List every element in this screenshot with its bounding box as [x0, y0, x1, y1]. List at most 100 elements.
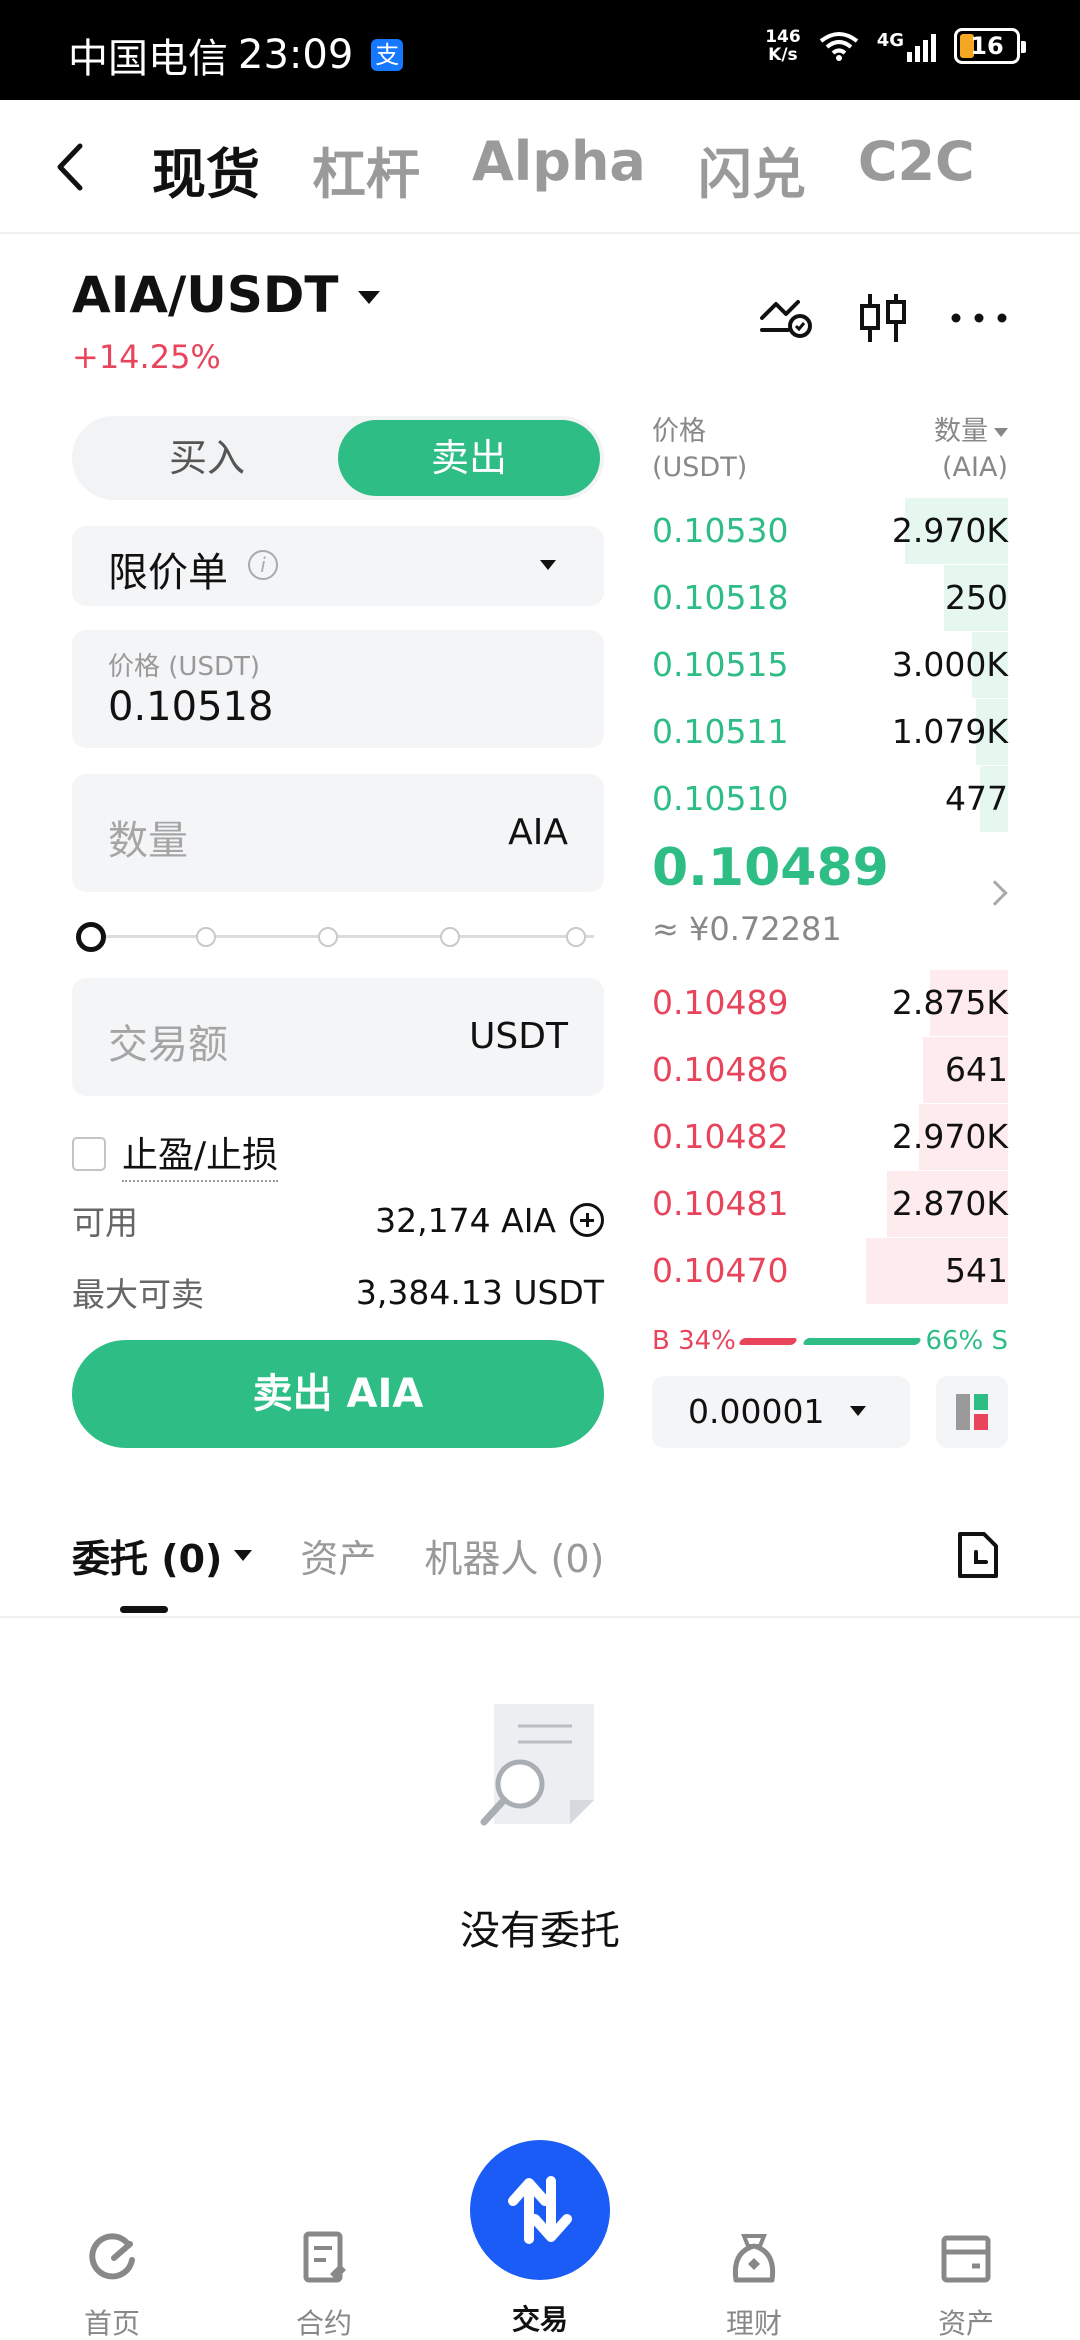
buy-ratio: B 34% — [652, 1326, 736, 1356]
order-type-select[interactable]: 限价单 i — [72, 526, 604, 606]
caret-down-icon — [234, 1550, 253, 1561]
slider-stop[interactable] — [440, 927, 460, 947]
max-sell-row: 最大可卖 3,384.13 USDT — [72, 1268, 604, 1316]
tab-bots[interactable]: 机器人 (0) — [424, 1528, 604, 1583]
bid-row[interactable]: 0.10489 2.875K — [652, 970, 1008, 1036]
buy-ratio-bar — [737, 1338, 799, 1345]
bid-row[interactable]: 0.10482 2.970K — [652, 1104, 1008, 1170]
bid-row[interactable]: 0.10481 2.870K — [652, 1171, 1008, 1237]
ask-row[interactable]: 0.10511 1.079K — [652, 699, 1008, 765]
home-icon — [89, 2233, 135, 2280]
sell-submit-button[interactable]: 卖出 AIA — [72, 1340, 604, 1448]
quantity-input[interactable]: 数量 AIA — [72, 774, 604, 892]
tab-c2c[interactable]: C2C — [858, 130, 975, 209]
slider-stop[interactable] — [318, 927, 338, 947]
earn-icon — [732, 2234, 776, 2283]
bid-price: 0.10470 — [652, 1251, 789, 1290]
more-icon[interactable] — [950, 312, 1008, 324]
wifi-icon — [819, 32, 858, 61]
buy-tab[interactable]: 买入 — [72, 416, 342, 500]
price-input-value: 0.10518 — [108, 684, 274, 730]
back-arrow-icon[interactable] — [50, 142, 94, 192]
price-input[interactable]: 价格 (USDT) 0.10518 — [72, 630, 604, 748]
slider-stop[interactable] — [196, 927, 216, 947]
order-type-label: 限价单 — [108, 550, 228, 596]
divider — [0, 1616, 1080, 1618]
nav-trade-label: 交易 — [511, 2303, 568, 2336]
pair-symbol: AIA/USDT — [72, 266, 339, 324]
tab-alpha[interactable]: Alpha — [472, 130, 646, 209]
price-change: +14.25% — [72, 338, 221, 376]
bid-row[interactable]: 0.10486 641 — [652, 1037, 1008, 1103]
nav-assets[interactable]: 资产 — [906, 2230, 1026, 2340]
slider-thumb[interactable] — [76, 922, 106, 952]
tab-assets[interactable]: 资产 — [300, 1528, 376, 1583]
ask-quantity: 3.000K — [891, 645, 1008, 684]
amount-slider[interactable] — [72, 918, 604, 954]
add-funds-icon[interactable] — [570, 1203, 604, 1237]
alipay-icon: 支 — [371, 39, 404, 71]
cellular-signal-icon: 4G — [877, 30, 936, 62]
buy-sell-ratio: B 34% 66% S — [652, 1326, 1008, 1356]
available-row: 可用 32,174 AIA — [72, 1196, 604, 1244]
pair-selector[interactable]: AIA/USDT — [72, 266, 381, 324]
ask-row[interactable]: 0.10510 477 — [652, 766, 1008, 832]
clock: 23:09 — [238, 32, 354, 78]
side-toggle: 买入 卖出 — [72, 416, 604, 500]
tpsl-checkbox[interactable] — [72, 1137, 106, 1171]
tab-margin[interactable]: 杠杆 — [312, 130, 420, 209]
last-price[interactable]: 0.10489 — [652, 838, 889, 898]
price-column-header: 价格 — [652, 416, 706, 447]
bid-quantity: 2.870K — [891, 1184, 1008, 1223]
caret-down-icon — [994, 428, 1008, 437]
precision-select[interactable]: 0.00001 — [652, 1376, 910, 1448]
tab-convert[interactable]: 闪兑 — [698, 130, 806, 209]
candlestick-chart-icon[interactable] — [858, 292, 908, 344]
max-sell-value: 3,384.13 USDT — [355, 1272, 604, 1312]
book-layout-button[interactable] — [936, 1376, 1008, 1448]
ask-quantity: 1.079K — [891, 712, 1008, 751]
price-alert-icon[interactable] — [758, 292, 814, 342]
quantity-placeholder: 数量 — [108, 818, 188, 864]
ask-price: 0.10510 — [652, 779, 789, 818]
tab-open-orders[interactable]: 委托 (0) — [72, 1528, 253, 1583]
sell-tab[interactable]: 卖出 — [338, 420, 600, 496]
last-price-cny: ≈ ¥0.72281 — [652, 910, 842, 948]
ask-row[interactable]: 0.10515 3.000K — [652, 632, 1008, 698]
bid-price: 0.10489 — [652, 983, 789, 1022]
available-label: 可用 — [72, 1203, 138, 1242]
total-amount-input[interactable]: 交易额 USDT — [72, 978, 604, 1096]
total-amount-unit: USDT — [469, 1016, 568, 1057]
ask-row[interactable]: 0.10530 2.970K — [652, 498, 1008, 564]
ask-price: 0.10518 — [652, 578, 789, 617]
ask-row[interactable]: 0.10518 250 — [652, 565, 1008, 631]
quantity-column-header[interactable]: 数量 (AIA) — [934, 414, 1008, 486]
ask-price: 0.10530 — [652, 511, 789, 550]
ask-price: 0.10511 — [652, 712, 789, 751]
bid-quantity: 2.970K — [891, 1117, 1008, 1156]
bid-row[interactable]: 0.10470 541 — [652, 1238, 1008, 1304]
bid-price: 0.10482 — [652, 1117, 789, 1156]
battery-icon: 16 — [954, 28, 1026, 64]
bid-quantity: 641 — [945, 1050, 1008, 1089]
nav-trade[interactable] — [470, 2140, 610, 2280]
nav-futures[interactable]: 合约 — [264, 2230, 384, 2340]
info-icon[interactable]: i — [248, 550, 278, 580]
nav-home[interactable]: 首页 — [52, 2230, 172, 2340]
bid-quantity: 541 — [945, 1251, 1008, 1290]
chevron-right-icon[interactable] — [982, 880, 1008, 906]
slider-stop[interactable] — [566, 927, 586, 947]
book-layout-icon — [956, 1394, 988, 1430]
nav-earn[interactable]: 理财 — [694, 2230, 814, 2340]
available-value: 32,174 AIA — [375, 1200, 556, 1240]
tpsl-toggle[interactable]: 止盈/止损 — [72, 1126, 279, 1182]
active-tab-indicator — [120, 1606, 168, 1613]
ask-quantity: 250 — [945, 578, 1008, 617]
quantity-unit: AIA — [508, 812, 568, 853]
empty-state-text: 没有委托 — [460, 1908, 620, 1954]
status-bar: 中国电信 23:09 支 146 K/s 4G 16 — [0, 0, 1080, 100]
tab-spot[interactable]: 现货 — [152, 130, 260, 209]
order-history-icon[interactable] — [956, 1530, 1000, 1580]
tpsl-label: 止盈/止损 — [122, 1126, 279, 1182]
bid-price: 0.10481 — [652, 1184, 789, 1223]
